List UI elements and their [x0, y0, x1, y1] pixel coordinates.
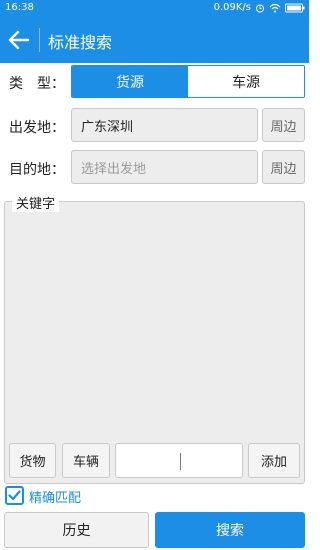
- type-segmented-control: 货源 车源: [71, 65, 305, 98]
- page-title: 标准搜索: [48, 33, 113, 52]
- history-button[interactable]: 历史: [4, 512, 149, 548]
- search-button[interactable]: 搜索: [155, 512, 305, 548]
- arrow-left-icon[interactable]: [6, 27, 32, 53]
- destination-label: 目的地：: [9, 162, 65, 178]
- goods-keyword-button[interactable]: 货物: [9, 443, 56, 478]
- alarm-icon: [255, 3, 265, 13]
- status-speed: 0.09K/s: [213, 2, 251, 13]
- origin-nearby-button[interactable]: 周边: [262, 108, 305, 142]
- origin-field[interactable]: 广东深圳: [71, 108, 258, 142]
- title-divider: [39, 28, 40, 52]
- tab-goods-source[interactable]: 货源: [72, 66, 188, 97]
- destination-field[interactable]: 选择出发地: [71, 150, 258, 184]
- vehicle-keyword-button[interactable]: 车辆: [62, 443, 110, 478]
- text-caret: [180, 453, 181, 470]
- origin-label: 出发地：: [9, 120, 65, 136]
- exact-match-checkbox[interactable]: [5, 486, 24, 505]
- add-keyword-button[interactable]: 添加: [248, 443, 300, 478]
- wifi-icon: [269, 3, 281, 13]
- battery-icon: [285, 3, 305, 13]
- type-label: 类 型：: [9, 76, 65, 92]
- exact-match-label[interactable]: 精确匹配: [29, 487, 81, 506]
- status-bar: 16:38 0.09K/s: [0, 0, 309, 16]
- title-bar: 标准搜索: [0, 16, 309, 63]
- keywords-area: [4, 201, 305, 484]
- tab-vehicle-source[interactable]: 车源: [188, 66, 304, 97]
- status-time: 16:38: [5, 2, 34, 13]
- destination-nearby-button[interactable]: 周边: [262, 150, 305, 184]
- keyword-input[interactable]: [115, 443, 243, 478]
- keywords-legend: 关键字: [12, 193, 60, 212]
- status-right: 0.09K/s: [214, 2, 305, 13]
- check-icon: [8, 490, 21, 501]
